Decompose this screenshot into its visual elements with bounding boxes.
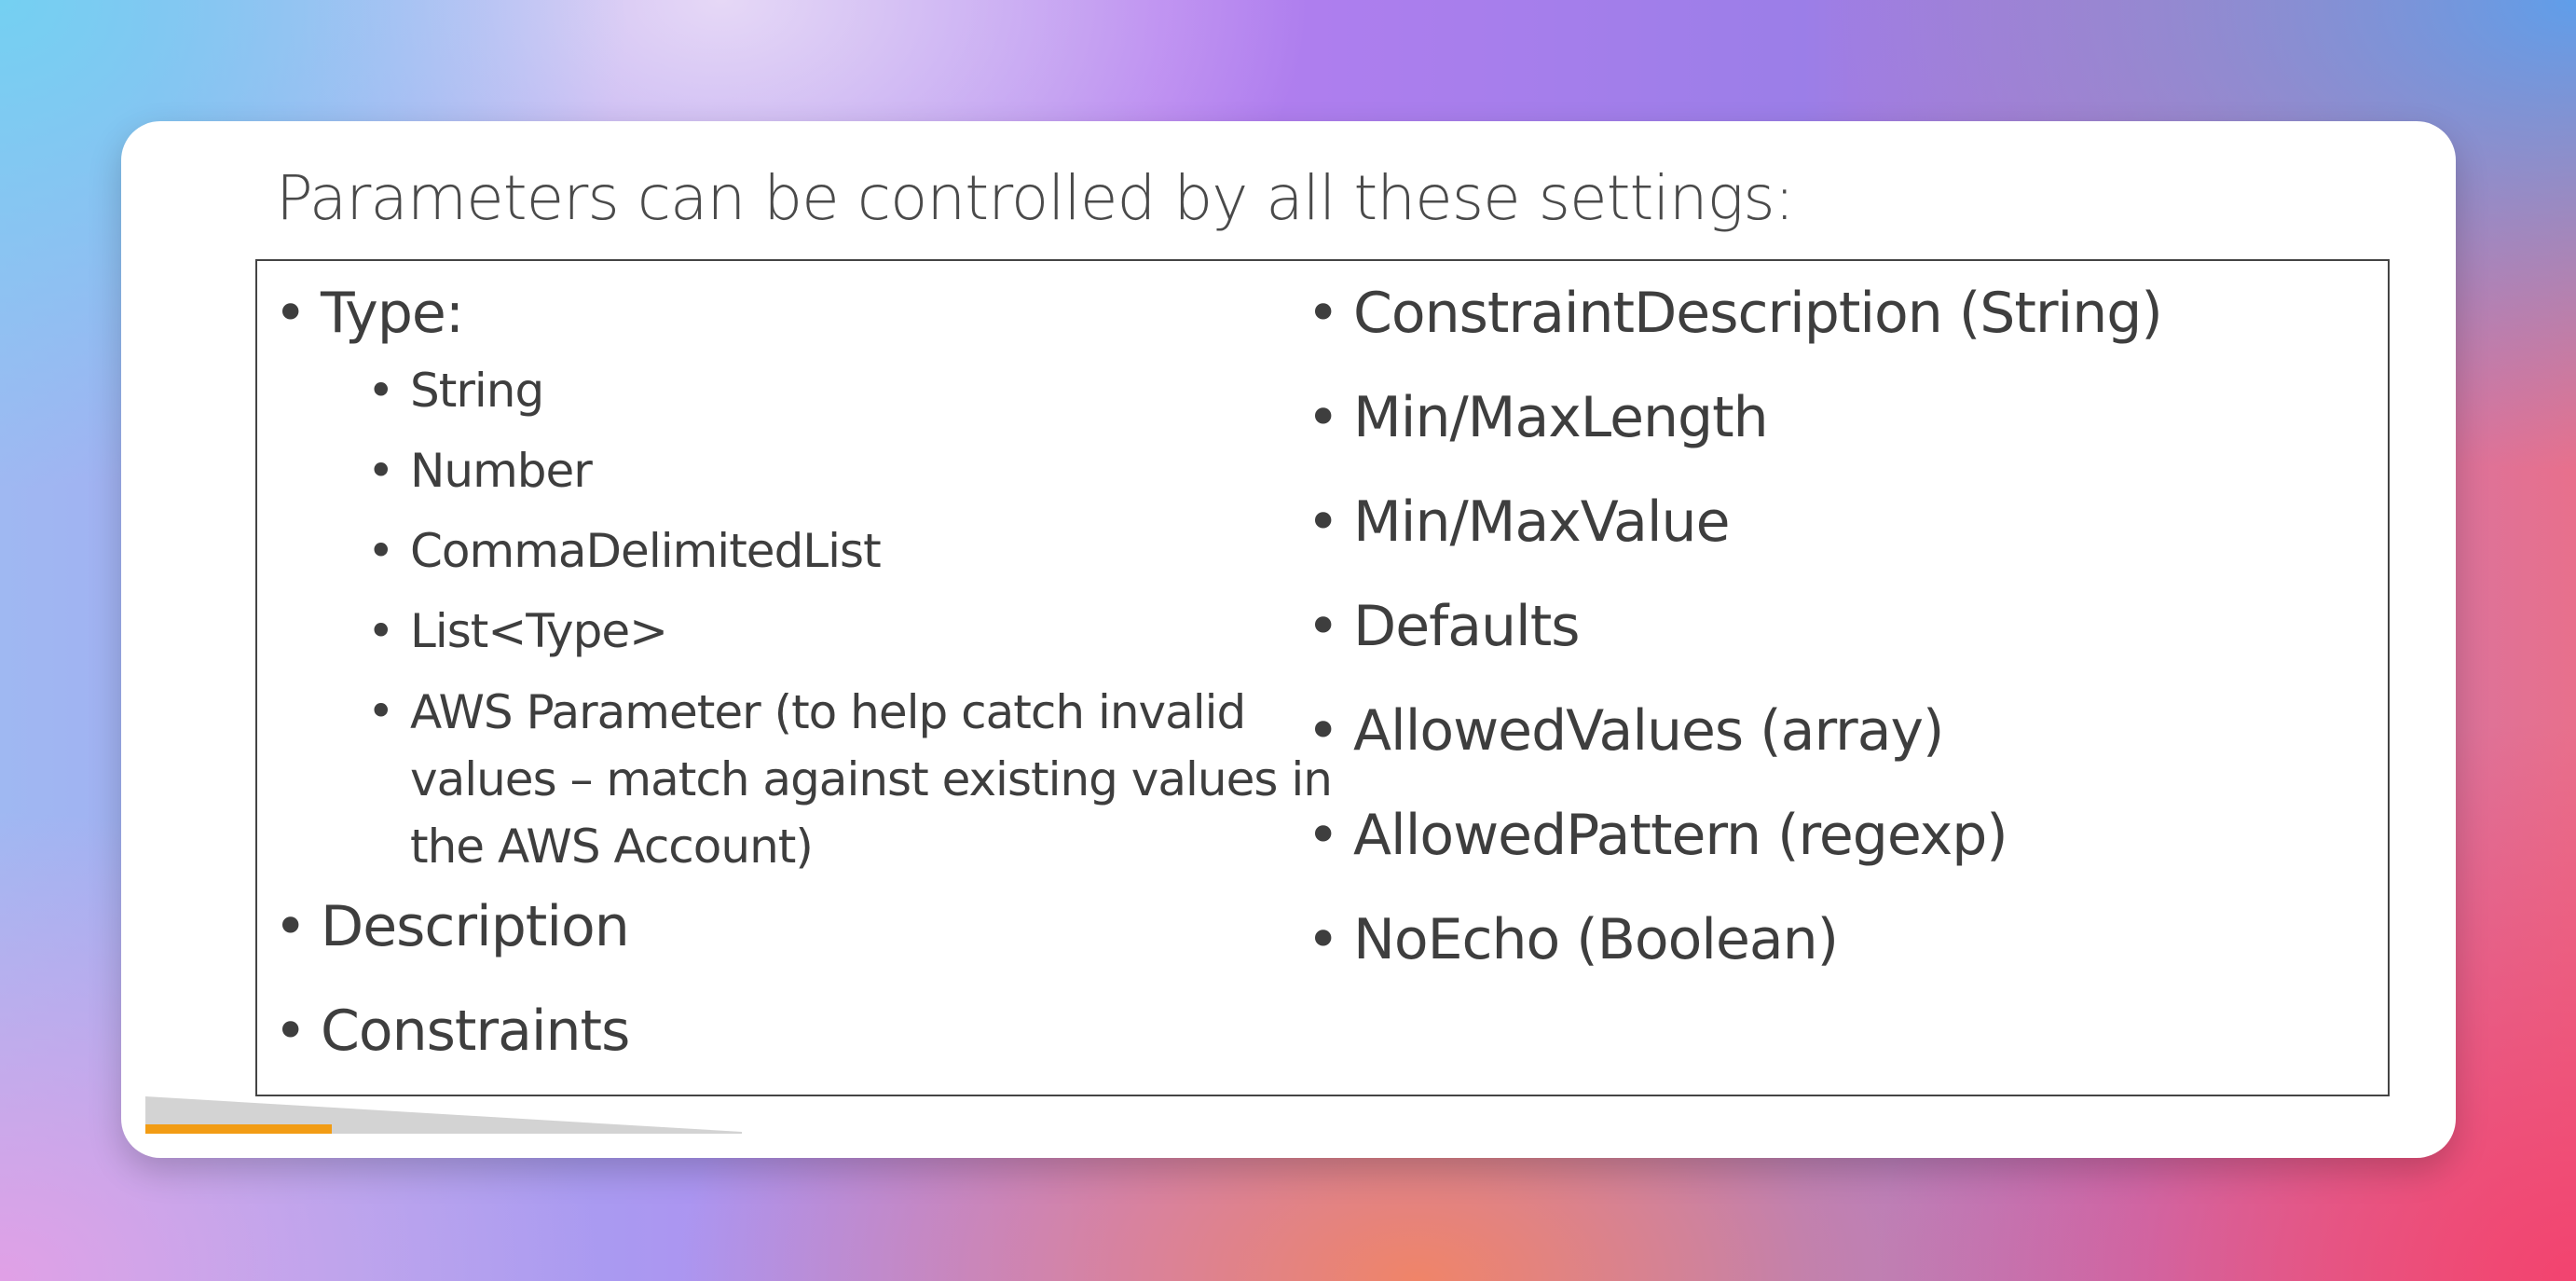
slide-card: Parameters can be controlled by all thes… <box>121 121 2456 1158</box>
allowedpattern-label: AllowedPattern (regexp) <box>1353 803 2008 868</box>
description-label: Description <box>321 894 630 959</box>
defaults-label: Defaults <box>1353 594 1580 659</box>
bullet: • <box>1307 385 1339 450</box>
bullet: • <box>274 999 307 1064</box>
accent-stripe <box>145 1096 742 1134</box>
bullet: • <box>367 444 394 498</box>
allowedvalues-label: AllowedValues (array) <box>1353 698 1944 764</box>
type-subitem-string: String <box>410 364 544 418</box>
bullet: • <box>1307 803 1339 868</box>
bullet: • <box>1307 489 1339 555</box>
type-heading: Type: <box>321 281 464 346</box>
minmaxvalue-label: Min/MaxValue <box>1353 489 1730 555</box>
constraints-label: Constraints <box>321 999 630 1064</box>
bullet: • <box>1307 281 1339 346</box>
type-subitem-list-type: List<Type> <box>410 604 668 658</box>
bullet: • <box>367 684 394 738</box>
bullet: • <box>1307 698 1339 764</box>
constraintdescription-label: ConstraintDescription (String) <box>1353 281 2163 346</box>
slide-title: Parameters can be controlled by all thes… <box>276 162 1795 234</box>
noecho-label: NoEcho (Boolean) <box>1353 907 1839 972</box>
type-subitem-commadelimitedlist: CommaDelimitedList <box>410 524 882 578</box>
bullet: • <box>367 604 394 658</box>
type-subitem-number: Number <box>410 444 593 498</box>
bullet: • <box>1307 594 1339 659</box>
bullet: • <box>367 364 394 418</box>
bullet: • <box>274 281 307 346</box>
content-box: • Type: • String • Number • CommaDelimit… <box>255 259 2390 1096</box>
bullet: • <box>274 894 307 959</box>
type-subitem-aws-parameter: AWS Parameter (to help catch invalid val… <box>410 685 1333 874</box>
bullet: • <box>1307 907 1339 972</box>
bullet: • <box>367 524 394 578</box>
minmaxlength-label: Min/MaxLength <box>1353 385 1769 450</box>
